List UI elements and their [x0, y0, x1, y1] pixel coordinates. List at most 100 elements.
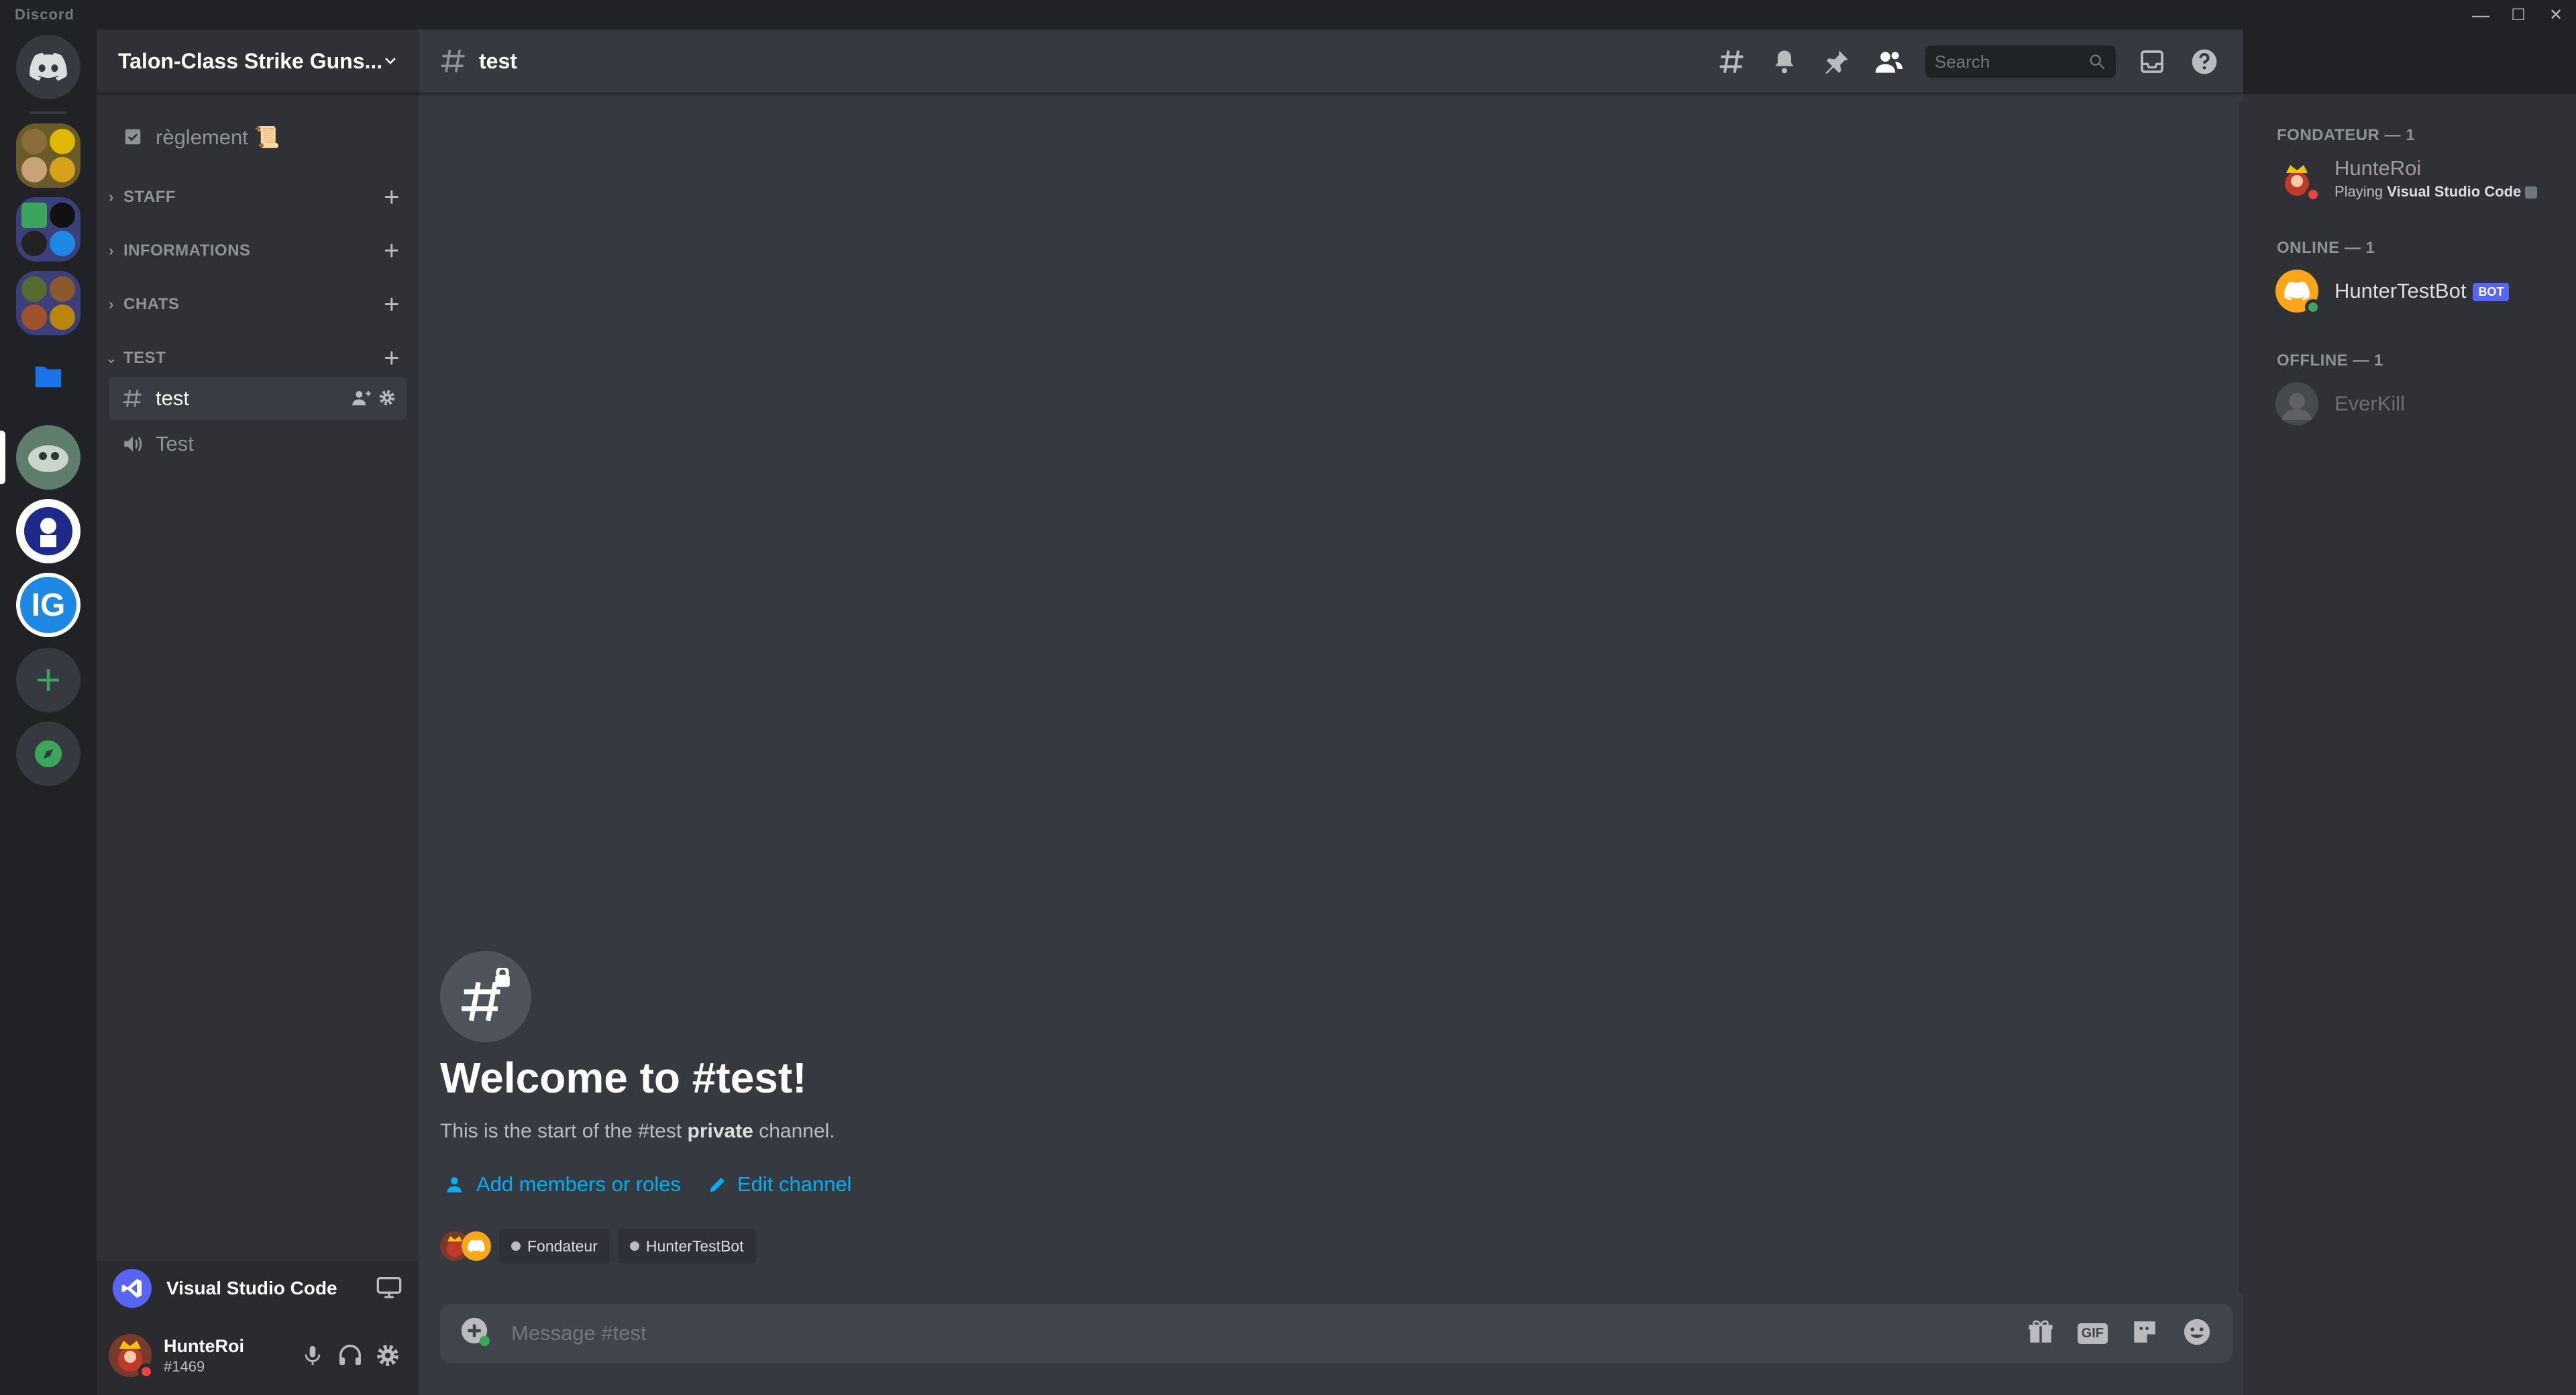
member-name: EverKill [2334, 392, 2406, 415]
user-settings-button[interactable] [369, 1337, 407, 1374]
user-tag: #1469 [164, 1357, 205, 1375]
compass-icon [34, 740, 62, 768]
chevron-down-icon [385, 58, 396, 64]
server-folder-2[interactable] [16, 197, 80, 262]
server-avatar-icon [16, 425, 80, 490]
guild-name: Talon-Class Strike Guns... [118, 48, 383, 73]
emoji-icon[interactable] [2182, 1317, 2212, 1351]
member-name: HunteRoi [2334, 156, 2422, 180]
create-channel-icon[interactable]: + [384, 345, 400, 372]
chip-label: HunterTestBot [645, 1237, 744, 1255]
threads-icon[interactable] [1716, 46, 1748, 78]
upload-plus-icon[interactable] [460, 1317, 491, 1351]
welcome-actions: Add members or roles Edit channel [445, 1172, 852, 1196]
category-chats[interactable]: › CHATS + [103, 291, 412, 318]
pin-icon[interactable] [1821, 46, 1853, 78]
screen-share-icon[interactable] [376, 1274, 402, 1304]
category-test[interactable]: ⌄ TEST + [103, 345, 412, 372]
member-everkill[interactable]: EverKill [2275, 374, 2571, 433]
category-informations[interactable]: › INFORMATIONS + [103, 237, 412, 264]
member-huntertestbot[interactable]: HunterTestBot BOT [2275, 262, 2571, 321]
server-folder-blue[interactable] [16, 345, 80, 409]
gif-button[interactable]: GIF [2077, 1323, 2108, 1344]
message-input[interactable] [511, 1321, 2027, 1345]
create-channel-icon[interactable]: + [384, 184, 400, 211]
category-name: CHATS [123, 295, 180, 313]
category-staff[interactable]: › STAFF + [103, 184, 412, 211]
inbox-icon[interactable] [2136, 46, 2168, 78]
maximize-button[interactable]: ☐ [2500, 0, 2537, 30]
server-folder-3[interactable] [16, 271, 80, 335]
create-channel-icon[interactable]: + [384, 291, 400, 318]
search-placeholder: Search [1935, 51, 1990, 72]
search-input[interactable]: Search [1925, 46, 2116, 78]
channel-welcome-icon [440, 951, 531, 1042]
online-status-icon [2305, 299, 2321, 315]
private-text-channel-icon [441, 50, 465, 72]
channel-reglement[interactable]: règlement 📜 [109, 115, 407, 158]
rail-divider [30, 111, 67, 114]
deafen-button[interactable] [331, 1337, 369, 1374]
channel-sidebar: Talon-Class Strike Guns... règlement 📜 ›… [97, 30, 419, 1395]
member-hunteroi[interactable]: HunteRoi Playing Visual Studio Code [2275, 149, 2571, 208]
folder-icon [35, 366, 62, 388]
server-ig-label: IG [20, 577, 76, 633]
member-group-header: ONLINE — 1 [2277, 239, 2375, 257]
server-green[interactable] [16, 425, 80, 490]
minimize-button[interactable]: — [2462, 0, 2500, 30]
headphones-icon [339, 1345, 361, 1365]
member-list-icon[interactable] [1873, 46, 1905, 78]
welcome-sub-text: This is the start of the #test [440, 1120, 688, 1142]
message-composer: GIF [440, 1304, 2233, 1363]
member-chip-huntertestbot[interactable]: HunterTestBot [617, 1229, 756, 1264]
pencil-icon [710, 1178, 724, 1192]
member-group-header: OFFLINE — 1 [2277, 351, 2383, 370]
activity-prefix: Playing [2334, 183, 2387, 200]
close-button[interactable]: ✕ [2537, 0, 2575, 30]
role-chip-fondateur[interactable]: Fondateur [499, 1229, 610, 1264]
activity-name: Visual Studio Code [2387, 183, 2522, 200]
explore-servers-button[interactable] [16, 722, 80, 786]
add-server-button[interactable] [16, 648, 80, 712]
discord-logo-icon [468, 1239, 485, 1253]
home-button[interactable] [16, 35, 80, 99]
notification-bell-icon[interactable] [1768, 46, 1801, 78]
channel-test-voice[interactable]: Test [109, 423, 407, 465]
plus-icon [38, 669, 59, 691]
role-dot [511, 1241, 521, 1251]
category-name: INFORMATIONS [123, 241, 251, 260]
gift-icon[interactable] [2027, 1318, 2055, 1349]
create-channel-icon[interactable]: + [384, 237, 400, 264]
mute-button[interactable] [294, 1337, 331, 1374]
channel-access-chips: Fondateur HunterTestBot [440, 1229, 756, 1264]
channel-title: test [479, 48, 517, 73]
gear-icon [377, 1345, 398, 1366]
help-icon[interactable] [2188, 46, 2220, 78]
edit-channel-link[interactable]: Edit channel [708, 1172, 852, 1196]
activity-panel: Visual Studio Code [97, 1261, 419, 1316]
rich-presence-icon [2525, 186, 2538, 199]
avatar [2275, 157, 2321, 203]
member-group-header: FONDATEUR — 1 [2277, 126, 2416, 144]
role-dot [629, 1241, 639, 1251]
server-ig[interactable]: IG [16, 573, 80, 637]
chevron-right-icon: › [109, 296, 114, 313]
member-activity: Playing Visual Studio Code [2334, 183, 2538, 201]
avatar[interactable] [109, 1334, 154, 1380]
chevron-right-icon: › [109, 188, 114, 205]
category-name: TEST [123, 349, 166, 367]
dnd-status-icon [138, 1363, 154, 1380]
channel-name: test [156, 386, 189, 410]
search-icon [2090, 54, 2105, 70]
sticker-icon[interactable] [2131, 1318, 2159, 1349]
channel-test-text[interactable]: test [109, 377, 407, 420]
server-white[interactable] [16, 499, 80, 563]
gear-icon[interactable] [377, 388, 397, 413]
guild-header[interactable]: Talon-Class Strike Guns... [97, 30, 419, 94]
activity-label: Visual Studio Code [166, 1278, 337, 1298]
discord-logo-icon [30, 52, 67, 81]
server-folder-1[interactable] [16, 123, 80, 188]
discord-logo-icon [2284, 281, 2310, 300]
invite-member-icon[interactable] [352, 388, 372, 413]
add-members-link[interactable]: Add members or roles [445, 1172, 681, 1196]
